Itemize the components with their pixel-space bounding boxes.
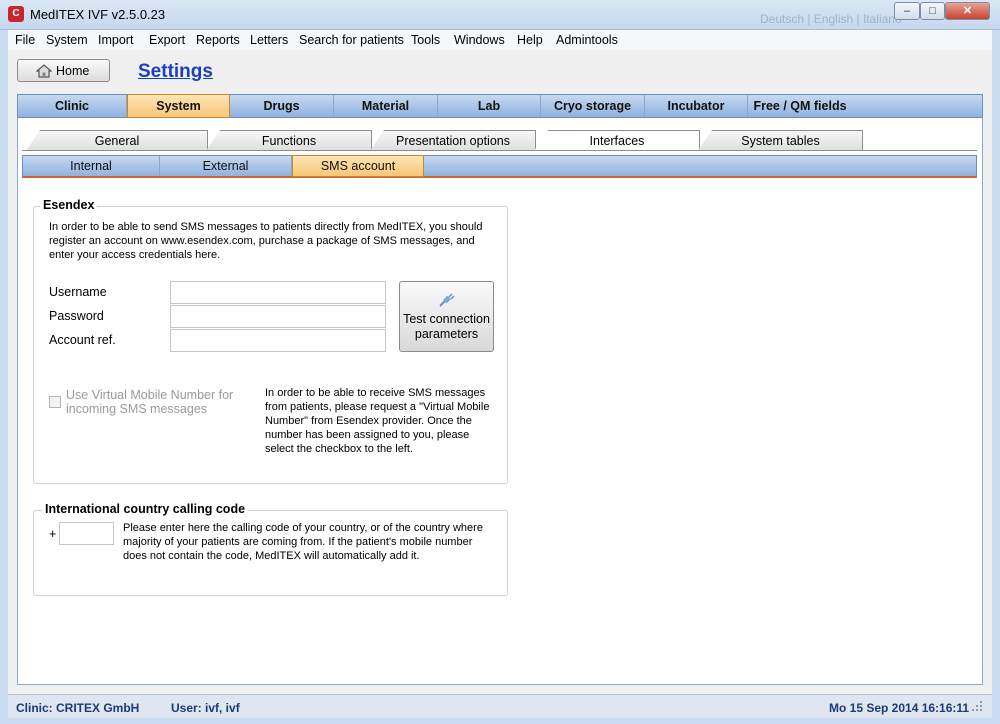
tab-external[interactable]: External <box>160 156 292 176</box>
status-clinic: Clinic: CRITEX GmbH <box>16 701 140 715</box>
meditex-app-icon: C <box>8 6 24 22</box>
tab-lab[interactable]: Lab <box>438 95 541 117</box>
minimize-button[interactable]: – <box>894 2 920 20</box>
menu-help[interactable]: Help <box>517 33 543 47</box>
menu-admintools[interactable]: Admintools <box>556 33 618 47</box>
tab-system[interactable]: System <box>127 94 230 118</box>
tab-internal[interactable]: Internal <box>23 156 160 176</box>
language-selector[interactable]: Deutsch | English | Italiano <box>760 12 902 26</box>
title-bar: C MedITEX IVF v2.5.0.23 Deutsch | Englis… <box>0 0 1000 30</box>
username-label: Username <box>49 285 107 299</box>
menu-tools[interactable]: Tools <box>411 33 440 47</box>
esendex-group-title: Esendex <box>40 198 98 212</box>
password-label: Password <box>49 309 104 323</box>
main-tab-bar: Clinic System Drugs Material Lab Cryo st… <box>17 94 983 118</box>
account-ref-field[interactable] <box>170 329 386 352</box>
menu-file[interactable]: File <box>15 33 35 47</box>
subtab-divider <box>22 150 977 151</box>
home-icon <box>36 64 52 78</box>
tab-drugs[interactable]: Drugs <box>230 95 334 117</box>
maximize-button[interactable]: □ <box>920 2 945 20</box>
status-bar: Clinic: CRITEX GmbH User: ivf, ivf Mo 15… <box>8 694 992 718</box>
calling-code-group-title: International country calling code <box>42 502 249 516</box>
menu-bar: File System Import Export Reports Letter… <box>8 30 992 50</box>
tab-material[interactable]: Material <box>334 95 438 117</box>
tertiary-tab-bar: Internal External SMS account <box>22 155 977 178</box>
tab-cryo-storage[interactable]: Cryo storage <box>541 95 645 117</box>
esendex-intro-text: In order to be able to send SMS messages… <box>49 221 483 261</box>
home-button-label: Home <box>56 64 90 78</box>
tab-clinic[interactable]: Clinic <box>18 95 127 117</box>
subtab-interfaces[interactable]: Interfaces <box>534 130 700 151</box>
menu-letters[interactable]: Letters <box>250 33 288 47</box>
plug-icon <box>439 293 455 307</box>
username-field[interactable] <box>170 281 386 304</box>
test-connection-label: Test connection parameters <box>403 312 490 341</box>
home-button[interactable]: Home <box>17 59 110 82</box>
status-user: User: ivf, ivf <box>171 701 240 715</box>
calling-code-field[interactable] <box>59 522 114 545</box>
vmn-checkbox[interactable] <box>49 396 61 408</box>
subtab-presentation-options[interactable]: Presentation options <box>370 130 536 151</box>
password-field[interactable] <box>170 305 386 328</box>
tab-free-qm-fields[interactable]: Free / QM fields <box>748 95 852 117</box>
menu-reports[interactable]: Reports <box>196 33 240 47</box>
window-title: MedITEX IVF v2.5.0.23 <box>30 7 166 22</box>
subtab-general[interactable]: General <box>26 130 208 151</box>
resize-grip-icon[interactable] <box>970 699 984 713</box>
account-ref-label: Account ref. <box>49 333 116 347</box>
menu-export[interactable]: Export <box>149 33 185 47</box>
subtab-system-tables[interactable]: System tables <box>698 130 863 151</box>
tab-incubator[interactable]: Incubator <box>645 95 748 117</box>
page-title: Settings <box>138 61 213 82</box>
menu-windows[interactable]: Windows <box>454 33 505 47</box>
menu-search-for-patients[interactable]: Search for patients <box>299 33 404 47</box>
test-connection-button[interactable]: Test connection parameters <box>399 281 494 352</box>
close-button[interactable]: ✕ <box>945 2 990 20</box>
tab-sms-account[interactable]: SMS account <box>292 155 424 177</box>
subtab-functions[interactable]: Functions <box>206 130 372 151</box>
menu-import[interactable]: Import <box>98 33 133 47</box>
vmn-checkbox-label: Use Virtual Mobile Number for incoming S… <box>66 388 234 416</box>
plus-sign: + <box>49 527 57 541</box>
vmn-info-text: In order to be able to receive SMS messa… <box>265 387 490 455</box>
status-datetime: Mo 15 Sep 2014 16:16:11 <box>829 701 970 715</box>
menu-system[interactable]: System <box>46 33 88 47</box>
calling-code-info-text: Please enter here the calling code of yo… <box>123 522 483 562</box>
